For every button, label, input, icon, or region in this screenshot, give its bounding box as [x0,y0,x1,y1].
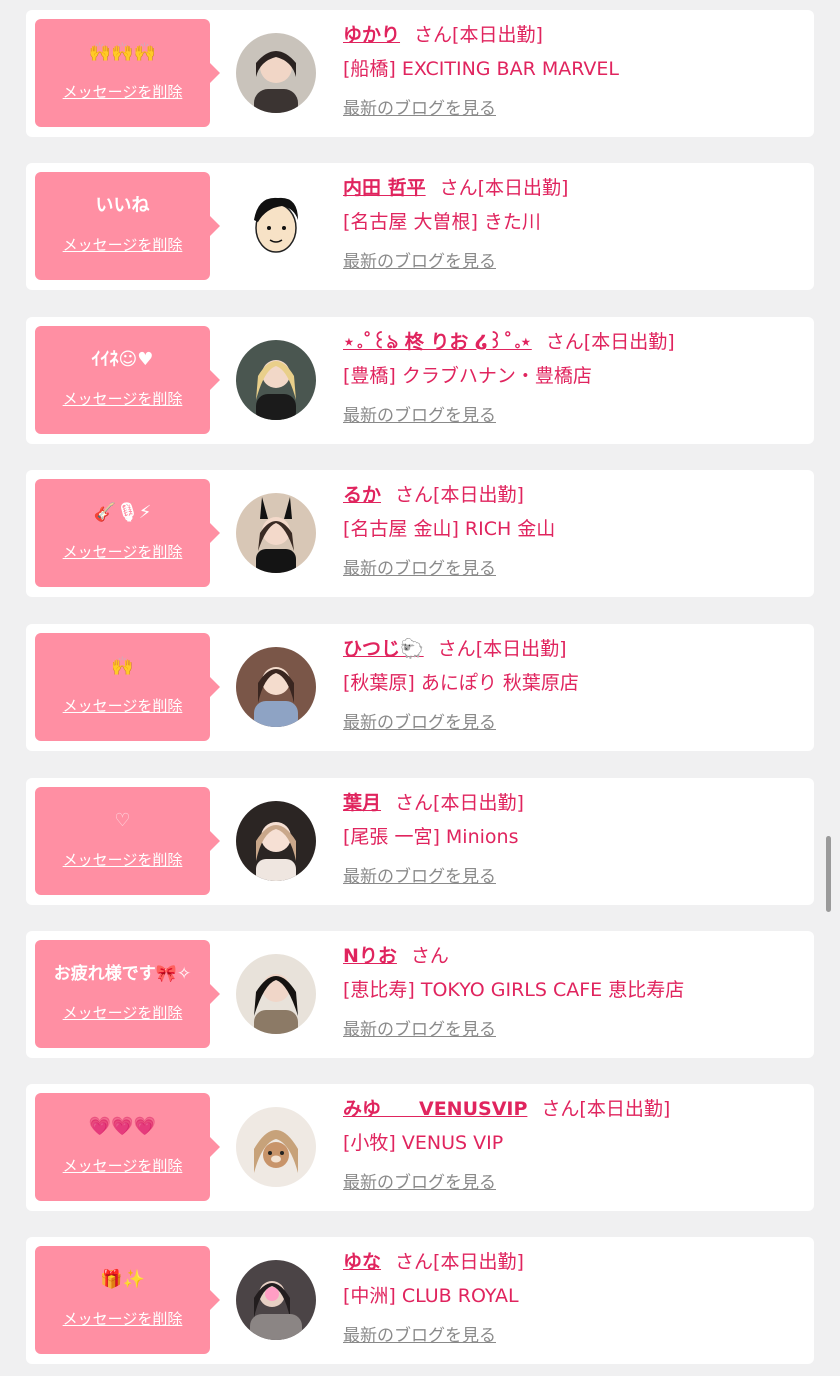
avatar[interactable] [236,493,316,573]
avatar[interactable] [236,954,316,1034]
status-label: [本日出勤] [583,331,675,353]
avatar[interactable] [236,33,316,113]
honorific: さん [414,24,453,46]
message-text: いいね [95,195,150,216]
message-bubble: お疲れ様です🎀✧ メッセージを削除 [35,940,220,1048]
honorific: さん [545,331,584,353]
message-bubble: ♡ メッセージを削除 [35,787,220,895]
shop-label: [恵比寿] TOKYO GIRLS CAFE 恵比寿店 [343,979,685,1001]
user-name-link[interactable]: ゆな [343,1251,381,1273]
message-text: お疲れ様です🎀✧ [53,964,192,984]
honorific: さん [395,1251,434,1273]
status-label: [本日出勤] [579,1098,671,1120]
user-name-link[interactable]: 葉月 [343,792,381,814]
shop-label: [秋葉原] あにぽり 秋葉原店 [343,672,579,694]
user-name-link[interactable]: ひつじ🐑 [343,638,424,660]
status-label: [本日出勤] [433,1251,524,1273]
message-bubble: 🙌 メッセージを削除 [35,633,220,741]
message-bubble: 💗💗💗 メッセージを削除 [35,1093,220,1201]
latest-blog-link[interactable]: 最新のブログを見る [343,1168,496,1193]
shop-label: [尾張 一宮] Minions [343,826,519,848]
scrollbar[interactable] [826,836,831,912]
list-item: 🙌🙌🙌 メッセージを削除 ゆかり さん[本日出勤] [船橋] EXCITING B… [26,10,814,137]
delete-message-link[interactable]: メッセージを削除 [35,234,210,255]
status-label: [本日出勤] [433,484,524,506]
latest-blog-link[interactable]: 最新のブログを見る [343,401,496,426]
list-item: 💗💗💗 メッセージを削除 みゆ VENUSVIP さん[本日出勤] [小牧] VE… [26,1084,814,1211]
avatar[interactable] [236,1260,316,1340]
delete-message-link[interactable]: メッセージを削除 [35,1155,210,1176]
message-text: 🎁✨ [100,1269,145,1290]
list-item: 🙌 メッセージを削除 ひつじ🐑 さん[本日出勤] [秋葉原] あにぽり 秋葉原店 … [26,624,814,751]
user-name-link[interactable]: 内田 哲平 [343,177,426,199]
avatar[interactable] [236,801,316,881]
list-item: 🎸🎙⚡ メッセージを削除 るか さん[本日出勤] [名古屋 金山] RICH 金山… [26,470,814,597]
user-name-link[interactable]: ⋆｡˚꒰ঌ 柊 りお ໒꒱˚｡⋆ [343,331,532,353]
list-item: いいね メッセージを削除 内田 哲平 さん[本日出勤] [名古屋 大曽根] きた川… [26,163,814,290]
delete-message-link[interactable]: メッセージを削除 [35,849,210,870]
list-item: ♡ メッセージを削除 葉月 さん[本日出勤] [尾張 一宮] Minions 最新… [26,778,814,905]
honorific: さん [439,177,478,199]
message-text: ♡ [114,810,131,831]
latest-blog-link[interactable]: 最新のブログを見る [343,554,496,579]
shop-label: [名古屋 大曽根] きた川 [343,211,541,233]
avatar[interactable] [236,1107,316,1187]
honorific: さん [541,1098,580,1120]
avatar[interactable] [236,186,316,266]
honorific: さん [437,638,476,660]
delete-message-link[interactable]: メッセージを削除 [35,1002,210,1023]
shop-label: [中洲] CLUB ROYAL [343,1285,519,1307]
message-bubble: 🎁✨ メッセージを削除 [35,1246,220,1354]
user-name-link[interactable]: Nりお [343,945,397,967]
list-item: 🎁✨ メッセージを削除 ゆな さん[本日出勤] [中洲] CLUB ROYAL 最… [26,1237,814,1364]
latest-blog-link[interactable]: 最新のブログを見る [343,708,496,733]
shop-label: [船橋] EXCITING BAR MARVEL [343,58,619,80]
user-name-link[interactable]: るか [343,484,381,506]
list-item: ｲｲﾈ☺︎♥ メッセージを削除 ⋆｡˚꒰ঌ 柊 りお ໒꒱˚｡⋆ さん[本日出勤]… [26,317,814,444]
status-label: [本日出勤] [433,792,524,814]
message-bubble: いいね メッセージを削除 [35,172,220,280]
latest-blog-link[interactable]: 最新のブログを見る [343,94,496,119]
message-text: 🎸🎙⚡ [93,502,152,523]
delete-message-link[interactable]: メッセージを削除 [35,81,210,102]
message-bubble: 🎸🎙⚡ メッセージを削除 [35,479,220,587]
avatar[interactable] [236,340,316,420]
user-name-link[interactable]: みゆ VENUSVIP [343,1098,527,1120]
delete-message-link[interactable]: メッセージを削除 [35,541,210,562]
message-bubble: ｲｲﾈ☺︎♥ メッセージを削除 [35,326,220,434]
message-text: 🙌 [111,656,134,677]
avatar[interactable] [236,647,316,727]
status-label: [本日出勤] [477,177,569,199]
message-bubble: 🙌🙌🙌 メッセージを削除 [35,19,220,127]
message-text: ｲｲﾈ☺︎♥ [91,349,154,370]
status-label: [本日出勤] [475,638,567,660]
latest-blog-link[interactable]: 最新のブログを見る [343,1321,496,1346]
list-item: お疲れ様です🎀✧ メッセージを削除 Nりお さん [恵比寿] TOKYO GIRL… [26,931,814,1058]
honorific: さん [395,792,434,814]
shop-label: [名古屋 金山] RICH 金山 [343,518,556,540]
shop-label: [豊橋] クラブハナン・豊橋店 [343,365,592,387]
message-text: 🙌🙌🙌 [88,42,157,63]
user-name-link[interactable]: ゆかり [343,24,400,46]
message-text: 💗💗💗 [88,1116,157,1137]
latest-blog-link[interactable]: 最新のブログを見る [343,862,496,887]
shop-label: [小牧] VENUS VIP [343,1132,504,1154]
latest-blog-link[interactable]: 最新のブログを見る [343,247,496,272]
honorific: さん [410,945,449,967]
latest-blog-link[interactable]: 最新のブログを見る [343,1015,496,1040]
delete-message-link[interactable]: メッセージを削除 [35,695,210,716]
delete-message-link[interactable]: メッセージを削除 [35,388,210,409]
status-label: [本日出勤] [452,24,543,46]
delete-message-link[interactable]: メッセージを削除 [35,1308,210,1329]
honorific: さん [395,484,434,506]
